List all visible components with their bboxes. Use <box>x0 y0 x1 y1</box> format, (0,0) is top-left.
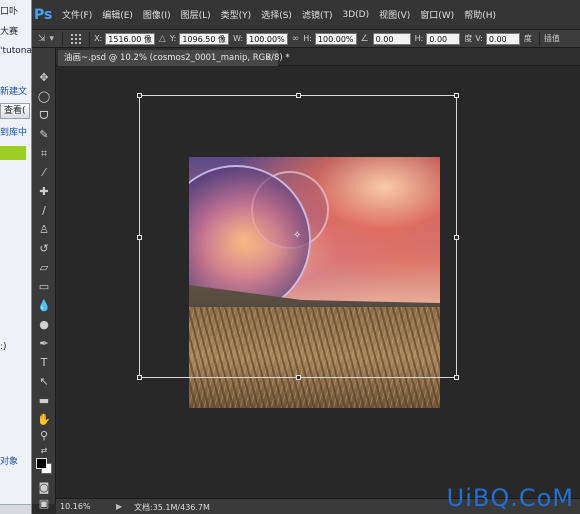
transform-handle-top[interactable] <box>296 93 301 98</box>
link-icon[interactable]: ∞ <box>292 34 300 44</box>
vskew-field[interactable]: 0.00 <box>485 32 520 45</box>
marquee-tool-icon[interactable]: ◯ <box>36 89 52 105</box>
document-tab-title: 油画~.psd @ 10.2% (cosmos2_0001_manip, RGB… <box>64 53 290 63</box>
transform-handle-bottom-right[interactable] <box>454 375 459 380</box>
x-label: X: <box>94 34 103 43</box>
document-tab-bar: 油画~.psd @ 10.2% (cosmos2_0001_manip, RGB… <box>56 48 580 66</box>
type-tool-icon[interactable]: T <box>36 355 52 371</box>
menu-window[interactable]: 窗口(W) <box>420 8 454 21</box>
menu-layer[interactable]: 图层(L) <box>181 8 211 21</box>
menu-3d[interactable]: 3D(D) <box>342 10 369 20</box>
behind-taskbar <box>0 504 31 514</box>
height-field[interactable]: 100.00% <box>314 32 357 45</box>
blur-tool-icon[interactable]: 💧 <box>36 298 52 314</box>
behind-link[interactable]: 对象 <box>0 454 18 467</box>
status-menu-arrow-icon[interactable]: ▶ <box>116 502 122 511</box>
move-tool-icon[interactable]: ✥ <box>36 70 52 86</box>
quick-mask-icon[interactable]: ◙ <box>36 480 52 496</box>
menu-help[interactable]: 帮助(H) <box>464 8 496 21</box>
vskew-label: V: <box>475 34 483 43</box>
path-select-tool-icon[interactable]: ↖ <box>36 374 52 390</box>
menu-file[interactable]: 文件(F) <box>62 8 92 21</box>
behind-green-bar <box>0 146 26 160</box>
zoom-level[interactable]: 10.16% <box>60 502 91 511</box>
interpolation-label[interactable]: 插值 <box>544 33 560 44</box>
h-label: H: <box>303 34 312 43</box>
y-field[interactable]: 1096.50 像 <box>179 32 229 45</box>
relative-position-icon[interactable]: △ <box>159 34 166 44</box>
eyedropper-tool-icon[interactable]: ⁄ <box>36 165 52 181</box>
behind-link[interactable]: 新建文 <box>0 84 27 97</box>
transform-handle-bottom-left[interactable] <box>137 375 142 380</box>
zoom-tool-icon[interactable]: ⚲ <box>36 428 52 444</box>
behind-text: :) <box>0 342 7 352</box>
transform-handle-left[interactable] <box>137 235 142 240</box>
hand-tool-icon[interactable]: ✋ <box>36 412 52 428</box>
screen-mode-icon[interactable]: ▣ <box>36 496 52 512</box>
foreground-color-swatch[interactable] <box>36 458 47 469</box>
background-window: 口卟 大赛 'tutona 新建文 查看( 到库中 :) 对象 <box>0 0 32 514</box>
canvas-workspace[interactable]: ✧ <box>57 66 580 498</box>
divider <box>62 31 64 46</box>
width-field[interactable]: 100.00% <box>246 32 288 45</box>
quick-select-tool-icon[interactable]: ✎ <box>36 127 52 143</box>
transform-center-point-icon[interactable]: ✧ <box>293 230 301 241</box>
history-brush-tool-icon[interactable]: ↺ <box>36 241 52 257</box>
photoshop-logo: Ps <box>34 6 53 23</box>
transform-handle-top-right[interactable] <box>454 93 459 98</box>
behind-text: 口卟 <box>0 7 19 17</box>
clone-stamp-tool-icon[interactable]: ♙ <box>36 222 52 238</box>
reference-point-grid-icon[interactable] <box>70 33 82 45</box>
healing-brush-tool-icon[interactable]: ✚ <box>36 184 52 200</box>
hskew-unit: 度 <box>464 34 473 43</box>
behind-text: 大赛 <box>0 27 19 37</box>
options-bar: ⇲ ▾ X: 1516.00 像 △ Y: 1096.50 像 W: 100.0… <box>32 30 580 48</box>
tools-panel: ✥ ◯ ᗜ ✎ ⌗ ⁄ ✚ ∕ ♙ ↺ ▱ ▭ 💧 ● ✒ T ↖ ▬ ✋ ⚲ … <box>32 48 56 510</box>
behind-text: 'tutona <box>0 46 32 56</box>
hskew-label: H: <box>414 34 424 43</box>
document-size-info: 文档:35.1M/436.7M <box>134 503 210 512</box>
transform-handle-bottom[interactable] <box>296 375 301 380</box>
menu-view[interactable]: 视图(V) <box>379 8 410 21</box>
crop-tool-icon[interactable]: ⌗ <box>36 146 52 162</box>
x-field[interactable]: 1516.00 像 <box>105 32 155 45</box>
eraser-tool-icon[interactable]: ▱ <box>36 260 52 276</box>
chevron-down-icon[interactable]: ▾ <box>50 34 55 44</box>
transform-handle-top-left[interactable] <box>137 93 142 98</box>
y-label: Y: <box>169 34 177 43</box>
w-label: W: <box>232 34 244 43</box>
pen-tool-icon[interactable]: ✒ <box>36 336 52 352</box>
behind-link[interactable]: 到库中 <box>0 125 27 138</box>
dodge-tool-icon[interactable]: ● <box>36 317 52 333</box>
shape-tool-icon[interactable]: ▬ <box>36 393 52 409</box>
swap-colors-icon[interactable]: ⇄ <box>36 443 52 459</box>
close-icon[interactable]: × <box>265 50 272 66</box>
document-tab[interactable]: 油画~.psd @ 10.2% (cosmos2_0001_manip, RGB… <box>58 50 290 66</box>
hskew-field[interactable]: 0.00 <box>426 32 461 45</box>
menu-bar: Ps 文件(F) 编辑(E) 图像(I) 图层(L) 类型(Y) 选择(S) 滤… <box>32 0 580 30</box>
menu-edit[interactable]: 编辑(E) <box>102 8 133 21</box>
menu-select[interactable]: 选择(S) <box>261 8 292 21</box>
behind-view-button[interactable]: 查看( <box>0 103 30 119</box>
vskew-unit: 度 <box>523 34 532 43</box>
lasso-tool-icon[interactable]: ᗜ <box>36 108 52 124</box>
transform-tool-icon[interactable]: ⇲ <box>38 34 46 44</box>
gradient-tool-icon[interactable]: ▭ <box>36 279 52 295</box>
divider <box>89 31 91 46</box>
brush-tool-icon[interactable]: ∕ <box>36 203 52 219</box>
divider <box>538 31 540 46</box>
angle-field[interactable]: 0.00 <box>372 32 411 45</box>
menu-image[interactable]: 图像(I) <box>143 8 171 21</box>
site-watermark: UiBQ.CoM <box>446 484 574 512</box>
rotate-angle-icon: ∠ <box>360 33 369 44</box>
transform-handle-right[interactable] <box>454 235 459 240</box>
menu-type[interactable]: 类型(Y) <box>221 8 252 21</box>
menu-filter[interactable]: 滤镜(T) <box>302 8 333 21</box>
